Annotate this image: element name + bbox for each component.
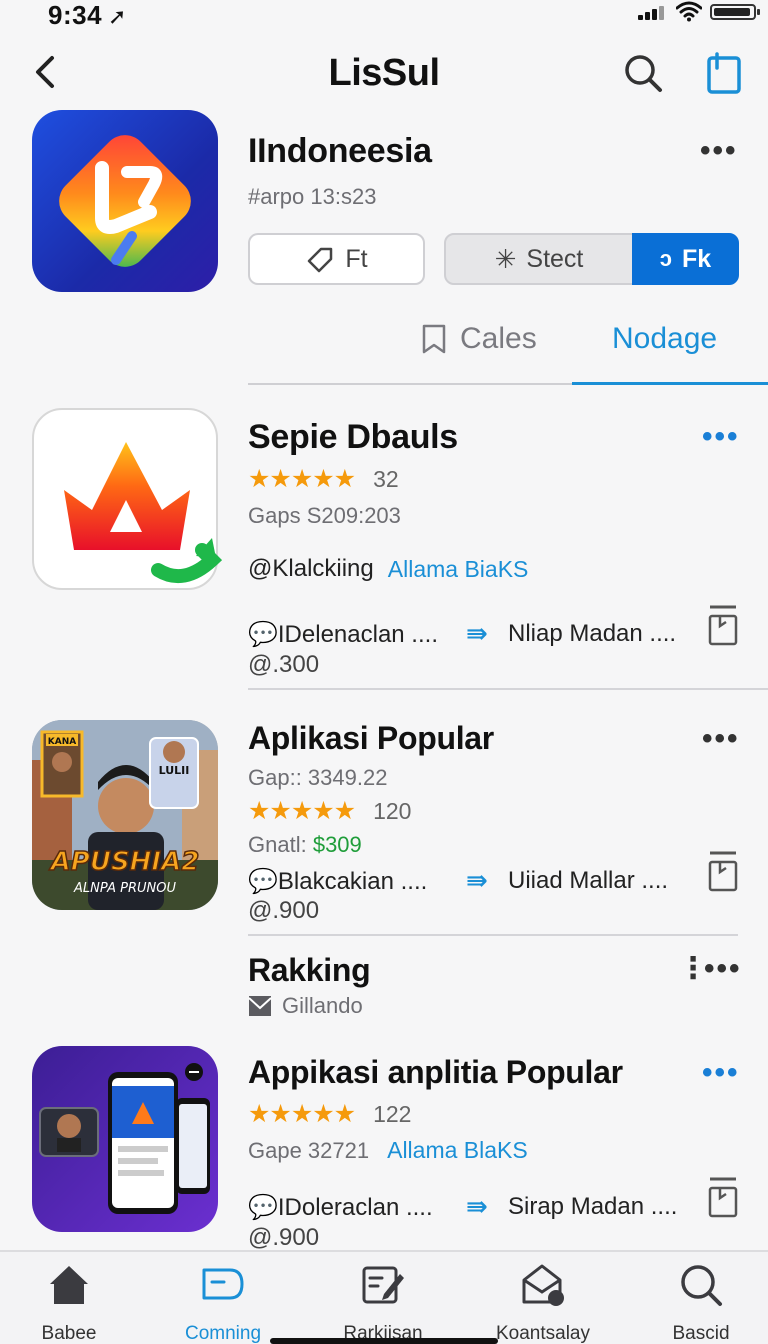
action-right[interactable]: Sirap Madan .... xyxy=(508,1193,677,1221)
action-left[interactable]: 💬IDoleraclan .... xyxy=(248,1193,433,1222)
signal-icon xyxy=(638,6,668,20)
star-rating-icon: ★★★★★ xyxy=(248,1100,356,1128)
save-icon[interactable] xyxy=(708,1176,738,1218)
rating-count: 120 xyxy=(373,797,412,824)
bookmark-button[interactable] xyxy=(702,50,746,96)
app-icon-sepie[interactable] xyxy=(32,408,223,590)
price-row: Gape 32721 Allama BlaKS xyxy=(248,1137,528,1164)
close-x-icon: ✳ xyxy=(494,243,517,274)
save-icon[interactable] xyxy=(708,604,738,646)
mail-icon xyxy=(248,996,272,1016)
rating-row: ★★★★★ 122 xyxy=(248,1099,411,1129)
search-button[interactable] xyxy=(622,52,664,94)
featured-app-subtitle: #arpo 13:s23 xyxy=(248,184,377,209)
chat-icon: 💬 xyxy=(248,868,278,895)
tab-rarkiisan[interactable]: Rarkiisan xyxy=(318,1262,448,1344)
download-count: @.900 xyxy=(248,1224,320,1251)
featured-button-right[interactable]: ↄ Fk xyxy=(632,233,739,285)
comment-icon xyxy=(202,1268,244,1300)
status-time: 9:34 ➚ xyxy=(48,0,127,30)
app-title: Aplikasi Popular xyxy=(248,720,494,756)
price-line: Gape 32721 xyxy=(248,1137,370,1163)
tab-nodage[interactable]: Nodage xyxy=(612,322,717,356)
rating-count: 32 xyxy=(373,465,399,492)
tag-link[interactable]: Allama BlaKS xyxy=(387,1137,528,1164)
home-icon xyxy=(50,1266,88,1304)
featured-more-button[interactable]: ••• xyxy=(700,136,738,166)
arrow-right-icon: ⇛ xyxy=(466,1191,488,1221)
mail-icon xyxy=(522,1264,564,1306)
action-right[interactable]: Uiiad Mallar .... xyxy=(508,867,668,895)
star-rating-icon: ★★★★★ xyxy=(248,465,356,493)
ranking-subtitle: Gillando xyxy=(248,993,363,1019)
tag-icon xyxy=(308,247,333,273)
price-line: Gaps S209:203 xyxy=(248,503,401,528)
featured-button-left[interactable]: Ft xyxy=(248,233,425,285)
download-count: @.300 xyxy=(248,651,320,678)
more-button[interactable]: ••• xyxy=(702,724,740,754)
search-icon xyxy=(681,1265,722,1306)
chat-icon: 💬 xyxy=(248,621,278,648)
featured-button-middle[interactable]: ✳ Stect xyxy=(444,233,634,285)
app-icon-appikasi[interactable] xyxy=(32,1046,218,1232)
tab-bascid[interactable]: Bascid xyxy=(636,1262,766,1344)
price-value: $309 xyxy=(312,832,362,857)
tab-cales[interactable]: Cales xyxy=(420,322,537,356)
row-divider xyxy=(248,934,738,936)
wifi-icon xyxy=(676,1,702,22)
app-title: Appikasi anplitia Popular xyxy=(248,1054,623,1090)
arrow-right-icon: ⇛ xyxy=(466,865,488,895)
tag-row: @Klalckiing Allama BiaKS xyxy=(248,555,528,583)
star-rating-icon: ★★★★★ xyxy=(248,797,356,825)
app-title: Sepie Dbauls xyxy=(248,418,458,456)
at-icon: @ xyxy=(248,555,273,582)
tab-koantsalay[interactable]: Koantsalay xyxy=(478,1262,608,1344)
more-button[interactable]: ••• xyxy=(702,422,740,452)
tab-babee[interactable]: Babee xyxy=(4,1262,134,1344)
save-icon[interactable] xyxy=(708,850,738,892)
location-arrow-icon: ➚ xyxy=(108,4,127,29)
arrow-right-icon: ⇛ xyxy=(466,618,488,648)
action-right[interactable]: Nliap Madan .... xyxy=(508,620,676,648)
svg-text:APUSHIA2: APUSHIA2 xyxy=(49,847,200,877)
battery-icon xyxy=(710,4,760,20)
featured-app-title: IIndoneesia xyxy=(248,132,432,170)
edit-icon xyxy=(362,1266,404,1304)
tag-link[interactable]: Allama BiaKS xyxy=(388,556,529,583)
action-left[interactable]: 💬Blakcakian .... xyxy=(248,867,427,896)
action-left[interactable]: 💬IDelenaclan .... xyxy=(248,620,438,649)
tab-comning[interactable]: Comning xyxy=(158,1262,288,1344)
more-button[interactable]: ••• xyxy=(702,1058,740,1088)
tag-label: @Klalckiing xyxy=(248,555,374,582)
download-count: @.900 xyxy=(248,897,320,924)
home-indicator xyxy=(270,1338,498,1344)
bookmark-icon xyxy=(422,324,446,354)
rating-count: 122 xyxy=(373,1100,412,1127)
tab-active-indicator xyxy=(572,382,768,385)
price-line: Gap:: 3349.22 xyxy=(248,765,388,790)
row-divider xyxy=(248,688,768,690)
svg-text:ALNPA PRUNOU: ALNPA PRUNOU xyxy=(73,881,176,896)
svg-text:LULII: LULII xyxy=(159,764,190,777)
more-button[interactable]: ••• xyxy=(704,954,742,984)
g-icon: ↄ xyxy=(659,246,673,271)
featured-app-icon[interactable] xyxy=(32,110,218,292)
ranking-title: Rakking xyxy=(248,952,371,988)
app-icon-aplikasi[interactable]: KANA LULII APUSHIA2 ALNPA PRUNOU xyxy=(32,720,218,910)
price-row: Gnatl: $309 xyxy=(248,832,362,857)
rating-row: ★★★★★ 120 xyxy=(248,796,411,826)
rating-row: ★★★★★ 32 xyxy=(248,464,399,494)
chat-icon: 💬 xyxy=(248,1194,278,1221)
svg-text:KANA: KANA xyxy=(48,737,76,747)
